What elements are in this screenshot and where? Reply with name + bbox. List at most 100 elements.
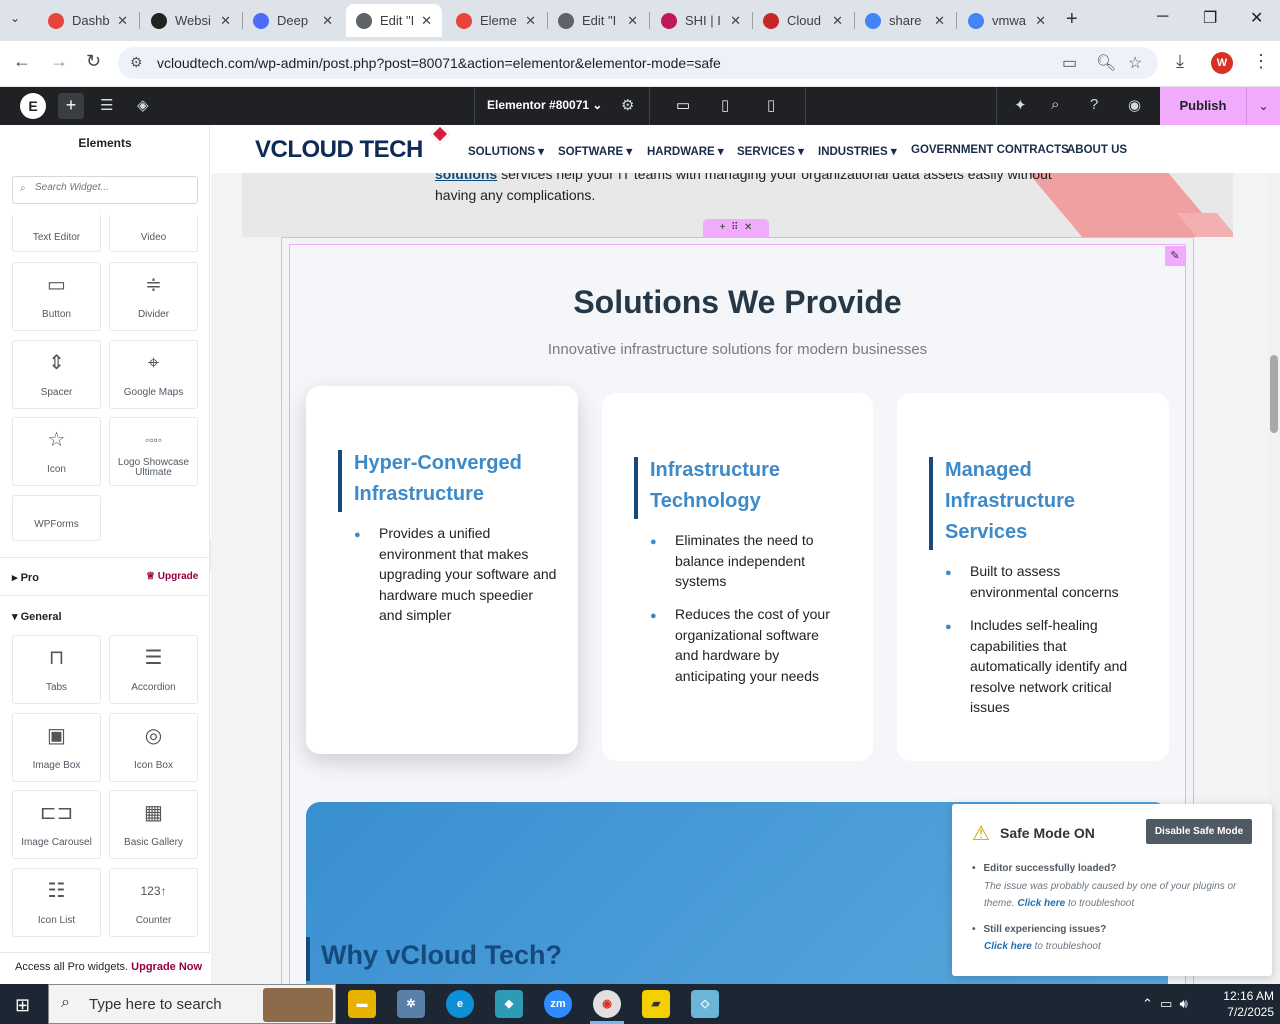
widget-text-editor[interactable]: Text Editor bbox=[12, 214, 101, 252]
solutions-link[interactable]: solutions bbox=[435, 173, 497, 182]
section-handle[interactable]: + ⠿ ✕ bbox=[703, 219, 769, 237]
browser-tab[interactable]: share ✕ bbox=[855, 4, 955, 37]
profile-avatar[interactable]: W bbox=[1211, 52, 1233, 74]
notifications-icon[interactable]: ✦ bbox=[1014, 96, 1027, 114]
address-bar[interactable]: ⚙ vcloudtech.com/wp-admin/post.php?post=… bbox=[118, 47, 1158, 79]
bookmark-star-icon[interactable]: ☆ bbox=[1128, 53, 1142, 73]
nav-hardware[interactable]: HARDWARE ▾ bbox=[647, 144, 724, 158]
url-text[interactable]: vcloudtech.com/wp-admin/post.php?post=80… bbox=[157, 55, 721, 71]
pro-category-toggle[interactable]: ▸ Pro bbox=[12, 571, 39, 584]
troubleshoot-link[interactable]: Click here bbox=[1017, 898, 1065, 909]
finder-search-icon[interactable]: ⌕ bbox=[1051, 96, 1059, 113]
system-tray-icons[interactable]: ⌃ ▭ 🔊︎ bbox=[1142, 996, 1188, 1012]
widget-spacer[interactable]: ⇕ Spacer bbox=[12, 340, 101, 409]
elementor-logo-icon[interactable]: E bbox=[20, 93, 46, 119]
widget-image-box[interactable]: ▣ Image Box bbox=[12, 713, 101, 782]
browser-tab[interactable]: Websi ✕ bbox=[141, 4, 241, 37]
edge-icon[interactable]: e bbox=[446, 990, 474, 1018]
widget-accordion[interactable]: ☰ Accordion bbox=[109, 635, 198, 704]
nav-government-contracts[interactable]: GOVERNMENT CONTRACTS bbox=[911, 144, 1069, 156]
close-tab-icon[interactable]: ✕ bbox=[421, 13, 432, 29]
upgrade-now-link[interactable]: Upgrade Now bbox=[131, 961, 202, 973]
reload-icon[interactable]: ↻ bbox=[86, 51, 101, 72]
widget-logo-showcase[interactable]: ◦▫▫◦ Logo Showcase Ultimate bbox=[109, 417, 198, 486]
close-tab-icon[interactable]: ✕ bbox=[627, 13, 638, 29]
tab-search-chevron-icon[interactable]: ⌄ bbox=[10, 11, 20, 25]
app-icon[interactable]: ✲ bbox=[397, 990, 425, 1018]
close-tab-icon[interactable]: ✕ bbox=[117, 13, 128, 29]
browser-tab[interactable]: SHI | I ✕ bbox=[651, 4, 751, 37]
publish-options-chevron-icon[interactable]: ⌄ bbox=[1246, 87, 1280, 125]
widget-basic-gallery[interactable]: ▦ Basic Gallery bbox=[109, 790, 198, 859]
nav-solutions[interactable]: SOLUTIONS ▾ bbox=[468, 144, 544, 158]
file-explorer-icon[interactable]: ▬ bbox=[348, 990, 376, 1018]
minimize-icon[interactable]: ─ bbox=[1157, 8, 1168, 26]
nav-about-us[interactable]: ABOUT US bbox=[1067, 144, 1127, 156]
widget-search-input[interactable] bbox=[35, 182, 193, 193]
browser-tab[interactable]: Eleme ✕ bbox=[446, 4, 546, 37]
app-icon[interactable]: ◆ bbox=[495, 990, 523, 1018]
close-tab-icon[interactable]: ✕ bbox=[934, 13, 945, 29]
close-tab-icon[interactable]: ✕ bbox=[832, 13, 843, 29]
widget-icon-list[interactable]: ☷ Icon List bbox=[12, 868, 101, 937]
preview-eye-icon[interactable]: ◉ bbox=[1128, 96, 1141, 114]
desktop-view-icon[interactable]: ▭ bbox=[676, 96, 690, 114]
browser-tab-active[interactable]: Edit "I ✕ bbox=[346, 4, 442, 37]
system-clock[interactable]: 12:16 AM 7/2/2025 bbox=[1212, 988, 1274, 1020]
document-title[interactable]: Elementor #80071 ⌄ bbox=[487, 98, 602, 112]
taskbar-search[interactable]: ⌕ Type here to search bbox=[48, 984, 336, 1024]
browser-tab[interactable]: vmwa ✕ bbox=[958, 4, 1056, 37]
close-tab-icon[interactable]: ✕ bbox=[220, 13, 231, 29]
sticky-notes-icon[interactable]: ▰ bbox=[642, 990, 670, 1018]
browser-tab[interactable]: Edit "I ✕ bbox=[548, 4, 648, 37]
site-settings-icon[interactable]: ☰ bbox=[100, 96, 113, 114]
chrome-icon[interactable]: ◉ bbox=[593, 990, 621, 1018]
add-element-icon[interactable]: + bbox=[58, 93, 84, 119]
widget-google-maps[interactable]: ⌖ Google Maps bbox=[109, 340, 198, 409]
forward-icon[interactable]: → bbox=[50, 51, 68, 72]
zoom-app-icon[interactable]: zm bbox=[544, 990, 572, 1018]
widget-search-field[interactable]: ⌕ bbox=[12, 176, 198, 204]
nav-industries[interactable]: INDUSTRIES ▾ bbox=[818, 144, 897, 158]
widget-counter[interactable]: 123↑ Counter bbox=[109, 868, 198, 937]
mobile-view-icon[interactable]: ▯ bbox=[767, 96, 775, 114]
structure-layers-icon[interactable]: ◈ bbox=[137, 96, 149, 114]
close-tab-icon[interactable]: ✕ bbox=[1035, 13, 1046, 29]
nav-software[interactable]: SOFTWARE ▾ bbox=[558, 144, 632, 158]
upgrade-link[interactable]: ♕ Upgrade bbox=[146, 571, 198, 582]
zoom-icon[interactable]: 🔍︎ bbox=[1096, 53, 1116, 73]
back-icon[interactable]: ← bbox=[13, 51, 31, 72]
widget-button[interactable]: ▭ Button bbox=[12, 262, 101, 331]
widget-icon-box[interactable]: ◎ Icon Box bbox=[109, 713, 198, 782]
close-window-icon[interactable]: ✕ bbox=[1250, 8, 1263, 28]
widget-divider[interactable]: ≑ Divider bbox=[109, 262, 198, 331]
edit-column-pencil-icon[interactable]: ✎ bbox=[1165, 246, 1185, 266]
browser-menu-icon[interactable]: ⋮ bbox=[1252, 51, 1270, 72]
restore-icon[interactable]: ❐ bbox=[1203, 8, 1217, 28]
new-tab-icon[interactable]: + bbox=[1066, 8, 1078, 31]
widget-video[interactable]: Video bbox=[109, 214, 198, 252]
close-tab-icon[interactable]: ✕ bbox=[525, 13, 536, 29]
widget-icon[interactable]: ☆ Icon bbox=[12, 417, 101, 486]
general-category-toggle[interactable]: ▾ General bbox=[12, 610, 62, 623]
widget-wpforms[interactable]: WPForms bbox=[12, 495, 101, 541]
browser-tab[interactable]: Deep ✕ bbox=[243, 4, 343, 37]
disable-safe-mode-button[interactable]: Disable Safe Mode bbox=[1146, 819, 1252, 844]
scrollbar-thumb[interactable] bbox=[1270, 355, 1278, 433]
publish-button[interactable]: Publish bbox=[1160, 87, 1246, 125]
tablet-view-icon[interactable]: ▯ bbox=[721, 96, 729, 114]
app-icon[interactable]: ◇ bbox=[691, 990, 719, 1018]
site-logo[interactable]: VCLOUD TECH bbox=[255, 136, 423, 164]
download-icon[interactable]: ⤓ bbox=[1176, 51, 1184, 72]
close-tab-icon[interactable]: ✕ bbox=[730, 13, 741, 29]
widget-image-carousel[interactable]: ⊏⊐ Image Carousel bbox=[12, 790, 101, 859]
camera-off-icon[interactable]: ▭ bbox=[1062, 53, 1077, 73]
windows-start-icon[interactable]: ⊞ bbox=[15, 995, 30, 1016]
page-settings-gear-icon[interactable]: ⚙ bbox=[621, 96, 634, 114]
site-info-icon[interactable]: ⚙ bbox=[130, 54, 143, 71]
close-tab-icon[interactable]: ✕ bbox=[322, 13, 333, 29]
browser-tab[interactable]: Cloud ✕ bbox=[753, 4, 853, 37]
troubleshoot-link[interactable]: Click here bbox=[984, 941, 1032, 952]
help-icon[interactable]: ? bbox=[1090, 96, 1098, 113]
browser-tab[interactable]: Dashb ✕ bbox=[38, 4, 138, 37]
